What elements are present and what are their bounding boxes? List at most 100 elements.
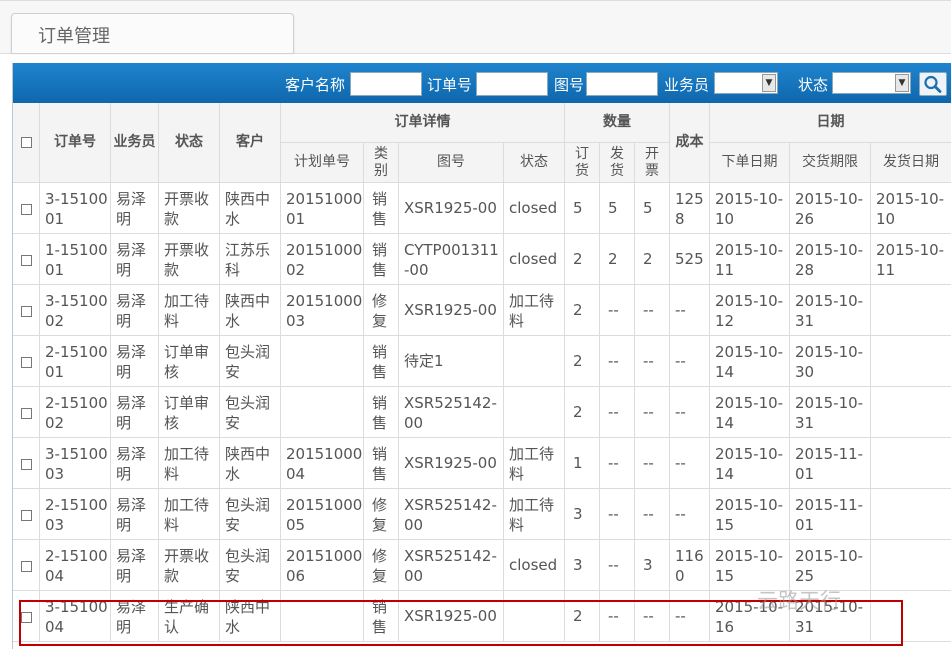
table-cell-category: 销售: [364, 336, 399, 387]
table-cell-cost: 525: [670, 234, 710, 285]
table-cell-shipped: --: [600, 438, 635, 489]
table-cell-order-no[interactable]: 1-1510001: [40, 234, 111, 285]
table-cell-due-date: 2015-11-01: [790, 438, 871, 489]
header-drawing-no: 图号: [399, 143, 504, 183]
table-cell-order-no[interactable]: 3-1510002: [40, 285, 111, 336]
search-icon: [924, 75, 942, 93]
table-cell-invoiced: --: [635, 438, 670, 489]
table-cell-invoiced: --: [635, 285, 670, 336]
header-quantity: 数量: [565, 103, 670, 143]
order-no-input[interactable]: [476, 72, 548, 96]
row-checkbox[interactable]: [21, 357, 32, 368]
table-cell-detail-status: 加工待料: [504, 489, 565, 540]
table-cell-plan-no: [281, 336, 364, 387]
table-cell-ship-date: 2015-10-10: [871, 183, 951, 234]
table-cell-cost: --: [670, 336, 710, 387]
table-cell-invoiced: --: [635, 387, 670, 438]
table-cell-category: 销售: [364, 387, 399, 438]
table-cell-shipped: --: [600, 285, 635, 336]
table-cell-cost: --: [670, 438, 710, 489]
row-checkbox[interactable]: [21, 561, 32, 572]
table-cell-detail-status: [504, 387, 565, 438]
table-cell-detail-status: 加工待料: [504, 285, 565, 336]
row-checkbox[interactable]: [21, 459, 32, 470]
table-cell-customer: 陕西中水: [220, 285, 281, 336]
table-cell-due-date: 2015-10-28: [790, 234, 871, 285]
table-cell-cost: --: [670, 489, 710, 540]
table-cell-order-no[interactable]: 2-1510001: [40, 336, 111, 387]
row-checkbox[interactable]: [21, 255, 32, 266]
table-cell-plan-no: 2015100002: [281, 234, 364, 285]
table-cell-drawing-no: XSR1925-00: [399, 438, 504, 489]
table-cell-ordered: 5: [565, 183, 600, 234]
header-invoiced: 开票: [635, 143, 670, 183]
table-cell-order-no[interactable]: 2-1510003: [40, 489, 111, 540]
salesperson-label: 业务员: [664, 76, 710, 94]
header-plan-no: 计划单号: [281, 143, 364, 183]
customer-label: 客户名称: [285, 76, 346, 94]
table-cell-shipped: 5: [600, 183, 635, 234]
table-cell-cost: --: [670, 285, 710, 336]
header-due-date: 交货期限: [790, 143, 871, 183]
table-cell-customer: 江苏乐科: [220, 234, 281, 285]
table-cell-status: 订单审核: [159, 336, 220, 387]
table-cell-order-date: 2015-10-10: [710, 183, 790, 234]
header-detail-status: 状态: [504, 143, 565, 183]
header-salesperson: 业务员: [111, 103, 159, 183]
tab-order-management[interactable]: 订单管理: [11, 13, 294, 53]
table-cell-cost: 1258: [670, 183, 710, 234]
table-cell-customer: 包头润安: [220, 540, 281, 591]
table-cell-invoiced: 3: [635, 540, 670, 591]
table-cell-ordered: 1: [565, 438, 600, 489]
row-checkbox[interactable]: [21, 204, 32, 215]
table-cell-detail-status: closed: [504, 234, 565, 285]
table-cell-salesperson: 易泽明: [111, 540, 159, 591]
table-cell-status: 开票收款: [159, 540, 220, 591]
select-all-checkbox[interactable]: [21, 137, 32, 148]
table-cell-drawing-no: CYTP001311-00: [399, 234, 504, 285]
row-checkbox[interactable]: [21, 408, 32, 419]
table-cell-ordered: 2: [565, 387, 600, 438]
row-checkbox[interactable]: [21, 306, 32, 317]
table-cell-salesperson: 易泽明: [111, 285, 159, 336]
drawing-no-input[interactable]: [586, 72, 658, 96]
salesperson-select[interactable]: ▼: [714, 72, 778, 94]
table-cell-order-date: 2015-10-15: [710, 489, 790, 540]
header-status: 状态: [159, 103, 220, 183]
table-cell-plan-no: 2015100003: [281, 285, 364, 336]
table-cell-shipped: --: [600, 336, 635, 387]
table-cell-category: 销售: [364, 183, 399, 234]
watermark: 云路天行: [757, 589, 841, 613]
table-cell-ship-date: [871, 438, 951, 489]
header-date: 日期: [710, 103, 951, 143]
table-cell-ordered: 3: [565, 489, 600, 540]
table-cell-status: 加工待料: [159, 438, 220, 489]
table-cell-cost: --: [670, 387, 710, 438]
table-cell-due-date: 2015-10-31: [790, 285, 871, 336]
table-cell-drawing-no: XSR1925-00: [399, 183, 504, 234]
table-cell-plan-no: 2015100005: [281, 489, 364, 540]
header-order-date: 下单日期: [710, 143, 790, 183]
row-checkbox[interactable]: [21, 510, 32, 521]
header-category: 类别: [364, 143, 399, 183]
status-select[interactable]: ▼: [832, 72, 911, 94]
table-cell-customer: 包头润安: [220, 387, 281, 438]
header-order-detail: 订单详情: [281, 103, 565, 143]
search-toolbar: 客户名称 订单号 图号 业务员 ▼ 状态 ▼: [13, 63, 951, 103]
order-panel: 客户名称 订单号 图号 业务员 ▼ 状态 ▼ 订单号 业务员 状态 客户 订单详情 数量成…: [12, 63, 951, 649]
header-cost: 成本: [670, 103, 710, 183]
customer-input[interactable]: [350, 72, 422, 96]
table-cell-plan-no: 2015100001: [281, 183, 364, 234]
table-cell-drawing-no: XSR525142-00: [399, 489, 504, 540]
table-cell-ship-date: [871, 387, 951, 438]
table-cell-order-no[interactable]: 2-1510002: [40, 387, 111, 438]
table-cell-ordered: 3: [565, 540, 600, 591]
search-button[interactable]: [919, 72, 947, 96]
table-cell-shipped: --: [600, 540, 635, 591]
table-cell-order-no[interactable]: 2-1510004: [40, 540, 111, 591]
table-cell-order-no[interactable]: 3-1510001: [40, 183, 111, 234]
table-cell-drawing-no: XSR525142-00: [399, 387, 504, 438]
header-ordered: 订货: [565, 143, 600, 183]
table-cell-order-no[interactable]: 3-1510003: [40, 438, 111, 489]
table-cell-ship-date: [871, 540, 951, 591]
